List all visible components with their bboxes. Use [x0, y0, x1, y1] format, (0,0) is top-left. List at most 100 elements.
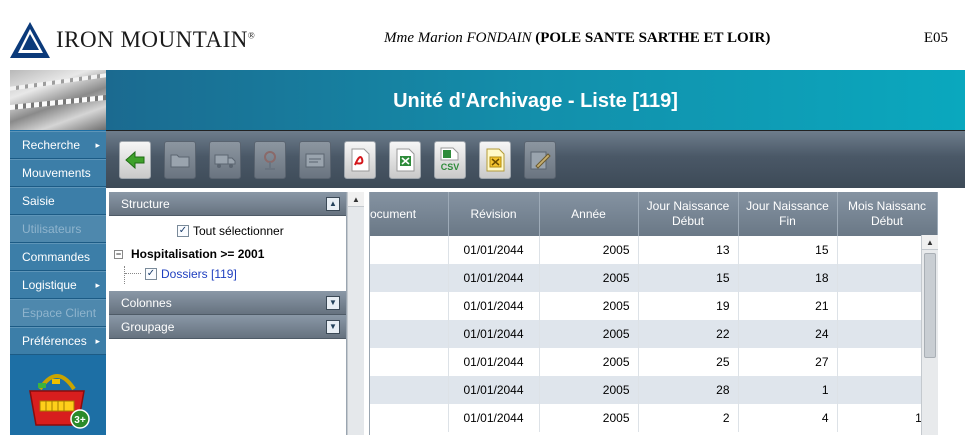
cell-document	[370, 236, 449, 264]
csv-label: CSV	[441, 162, 460, 172]
transport-button[interactable]	[209, 141, 241, 179]
cell-revision: 01/01/2044	[448, 320, 540, 348]
cell-jour-fin: 24	[738, 320, 838, 348]
tree-node-label: Hospitalisation >= 2001	[131, 247, 265, 261]
user-organization: (POLE SANTE SARTHE ET LOIR)	[535, 30, 771, 46]
col-header-document[interactable]: ocument	[370, 192, 449, 236]
grid-scroll-up-icon[interactable]: ▲	[922, 235, 938, 250]
toolbar: CSV	[106, 130, 965, 188]
table-row[interactable]: 01/01/204420052819	[370, 376, 938, 404]
nav-item-espace-client: Espace Client	[10, 299, 106, 327]
cell-annee: 2005	[539, 292, 639, 320]
cell-annee: 2005	[539, 404, 639, 432]
cell-jour-fin: 15	[738, 236, 838, 264]
tree-leaf-label: Dossiers [119]	[161, 266, 237, 281]
select-all-option[interactable]: ✓ Tout sélectionner	[177, 223, 284, 238]
nav-item-pr-f-rences[interactable]: Préférences ▸	[10, 327, 106, 355]
left-navigation: Recherche ▸ Mouvements Saisie Utilisateurs Co…	[10, 70, 106, 435]
dossiers-checkbox[interactable]: ✓	[145, 267, 157, 280]
select-all-label: Tout sélectionner	[193, 223, 284, 238]
collapse-structure-icon[interactable]: ▲	[326, 197, 340, 211]
truck-icon	[214, 154, 236, 168]
structure-panel-header[interactable]: Structure ▲	[109, 192, 346, 216]
cell-jour-fin: 4	[738, 404, 838, 432]
table-row[interactable]: 01/01/2044200519219	[370, 292, 938, 320]
structure-title: Structure	[121, 197, 170, 211]
nav-item-recherche[interactable]: Recherche ▸	[10, 131, 106, 159]
export-pdf-button[interactable]	[344, 141, 376, 179]
cell-jour-debut: 28	[638, 376, 739, 404]
table-row[interactable]: 01/01/204420052410	[370, 404, 938, 432]
groupage-panel-header[interactable]: Groupage ▼	[109, 315, 346, 339]
cell-annee: 2005	[539, 236, 639, 264]
tree-leaf-dossiers[interactable]: ✓ Dossiers [119]	[124, 266, 237, 284]
nav-menu: Recherche ▸ Mouvements Saisie Utilisateurs Co…	[10, 131, 106, 355]
filter-scrollbar[interactable]: ▲	[347, 192, 364, 435]
cell-annee: 2005	[539, 264, 639, 292]
excel-icon	[396, 148, 415, 172]
basket-badge: 3+	[74, 415, 86, 426]
archive-shelves-image	[10, 70, 106, 130]
col-header-jour-naissance-fin[interactable]: Jour Naissance Fin	[738, 192, 838, 236]
tree-node-hospitalisation[interactable]: − Hospitalisation >= 2001	[114, 247, 264, 261]
cell-revision: 01/01/2044	[448, 348, 540, 376]
nav-item-label: Recherche	[22, 138, 81, 152]
nav-item-label: Saisie	[22, 194, 55, 208]
nav-item-label: Commandes	[22, 250, 91, 264]
table-row[interactable]: 01/01/2044200513158	[370, 236, 938, 264]
back-arrow-icon	[125, 150, 145, 170]
basket-icon[interactable]: 3+	[22, 367, 92, 431]
export-csv-button[interactable]: CSV	[434, 141, 466, 179]
expand-colonnes-icon[interactable]: ▼	[326, 296, 340, 310]
iron-mountain-logo[interactable]: IRON MOUNTAIN®	[10, 20, 255, 60]
collapse-node-icon[interactable]: −	[114, 250, 123, 260]
cell-jour-debut: 25	[638, 348, 739, 376]
nav-item-mouvements[interactable]: Mouvements	[10, 159, 106, 187]
cell-jour-debut: 15	[638, 264, 739, 292]
cell-jour-fin: 21	[738, 292, 838, 320]
folder-button[interactable]	[164, 141, 196, 179]
grid-scrollbar[interactable]: ▲	[921, 235, 938, 435]
csv-icon: CSV	[440, 147, 460, 172]
cell-annee: 2005	[539, 376, 639, 404]
cell-revision: 01/01/2044	[448, 264, 540, 292]
pdf-icon	[351, 148, 370, 172]
table-row[interactable]: 01/01/2044200515189	[370, 264, 938, 292]
submenu-arrow-icon: ▸	[95, 280, 100, 290]
cell-jour-debut: 13	[638, 236, 739, 264]
nav-item-saisie[interactable]: Saisie	[10, 187, 106, 215]
col-header-jour-naissance-debut[interactable]: Jour Naissance Début	[638, 192, 739, 236]
col-header-revision[interactable]: Révision	[448, 192, 540, 236]
cell-jour-fin: 1	[738, 376, 838, 404]
export-xml-button[interactable]	[479, 141, 511, 179]
cell-revision: 01/01/2044	[448, 292, 540, 320]
grid-scroll-thumb[interactable]	[924, 253, 936, 358]
colonnes-panel-header[interactable]: Colonnes ▼	[109, 291, 346, 315]
app-header: IRON MOUNTAIN® Mme Marion FONDAIN (POLE …	[0, 0, 965, 70]
structure-panel-body: ✓ Tout sélectionner − Hospitalisation >= 2…	[109, 216, 346, 291]
location-button[interactable]	[254, 141, 286, 179]
data-grid: ocument Révision Année Jour Naissance Dé…	[369, 192, 965, 435]
colonnes-title: Colonnes	[121, 296, 172, 310]
nav-item-utilisateurs: Utilisateurs	[10, 215, 106, 243]
back-button[interactable]	[119, 141, 151, 179]
nav-item-commandes[interactable]: Commandes	[10, 243, 106, 271]
cell-annee: 2005	[539, 348, 639, 376]
select-all-checkbox[interactable]: ✓	[177, 224, 189, 237]
edit-button[interactable]	[524, 141, 556, 179]
card-button[interactable]	[299, 141, 331, 179]
nav-item-logistique[interactable]: Logistique ▸	[10, 271, 106, 299]
col-header-annee[interactable]: Année	[539, 192, 639, 236]
cell-document	[370, 404, 449, 432]
cell-revision: 01/01/2044	[448, 236, 540, 264]
table-row[interactable]: 01/01/2044200522249	[370, 320, 938, 348]
scroll-up-icon[interactable]: ▲	[348, 192, 364, 207]
expand-groupage-icon[interactable]: ▼	[326, 320, 340, 334]
export-excel-button[interactable]	[389, 141, 421, 179]
user-name: Mme Marion FONDAIN	[384, 30, 532, 46]
cell-document	[370, 376, 449, 404]
col-header-mois-naissance-debut[interactable]: Mois Naissanc Début	[837, 192, 938, 236]
submenu-arrow-icon: ▸	[95, 336, 100, 346]
page-title: Unité d'Archivage - Liste [119]	[106, 70, 965, 130]
table-row[interactable]: 01/01/2044200525279	[370, 348, 938, 376]
